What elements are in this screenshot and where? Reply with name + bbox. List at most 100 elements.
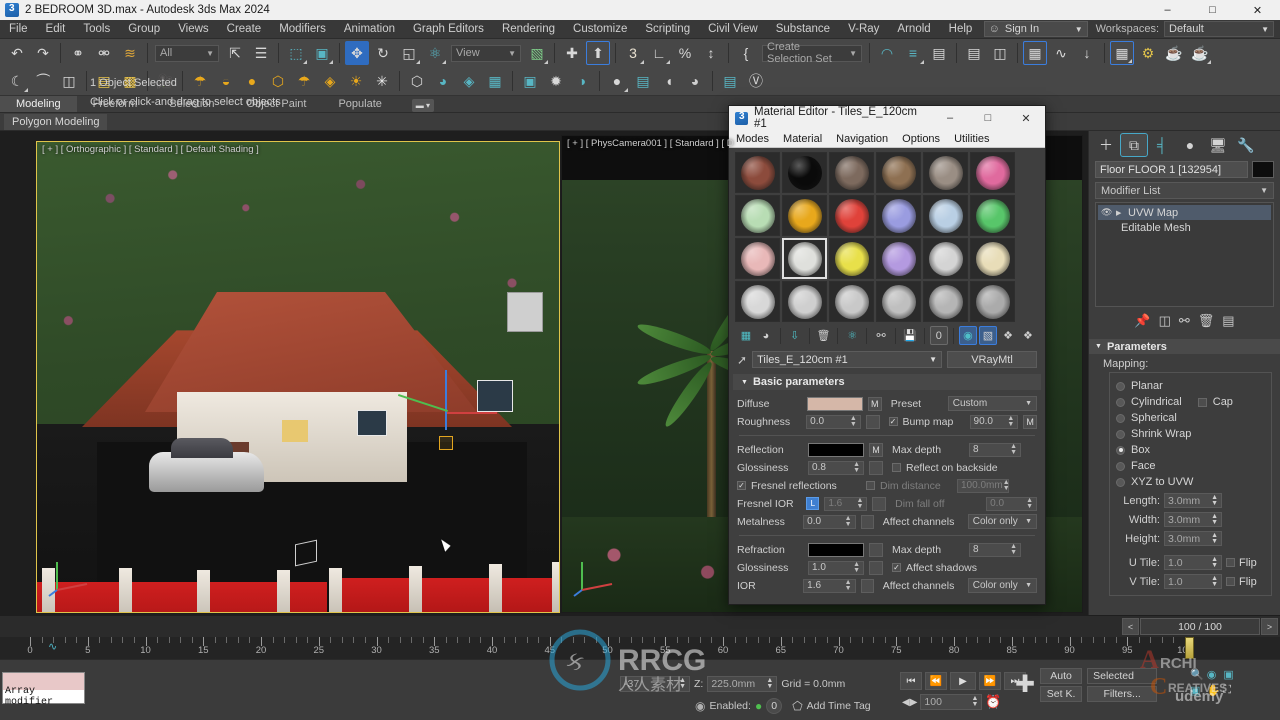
teapot-primitive-icon[interactable]: ☾ bbox=[5, 69, 29, 93]
refraction-glossiness-map-button[interactable]: M bbox=[869, 560, 883, 575]
set-key-button[interactable]: Set K. bbox=[1040, 686, 1083, 702]
vray-fur-icon[interactable]: ✹ bbox=[544, 69, 568, 93]
select-and-scale-icon[interactable]: ◱ bbox=[397, 41, 421, 65]
window-crossing-toggle-icon[interactable]: ▣ bbox=[310, 41, 334, 65]
fresnel-ior-map-button[interactable]: M bbox=[872, 496, 887, 511]
pan-view-icon[interactable]: ✋ bbox=[1207, 684, 1221, 697]
angle-snap-toggle-icon[interactable]: ∟ bbox=[647, 41, 671, 65]
menu-create[interactable]: Create bbox=[218, 21, 271, 37]
render-iterative-icon[interactable]: ☕ bbox=[1188, 41, 1212, 65]
spinner-icon[interactable]: ▲ ▼ bbox=[1211, 532, 1218, 545]
put-to-library-icon[interactable]: 💾 bbox=[901, 326, 919, 345]
reflection-color-swatch[interactable] bbox=[808, 442, 864, 457]
ior-map-button[interactable]: M bbox=[860, 578, 874, 593]
me-menu-material[interactable]: Material bbox=[776, 133, 829, 145]
mapping-option-xyz-to-uvw[interactable]: XYZ to UVW bbox=[1116, 474, 1265, 490]
select-object-icon[interactable]: ⇱ bbox=[223, 41, 247, 65]
width-input[interactable]: 3.0mm ▲ ▼ bbox=[1164, 512, 1222, 527]
roughness-map-button[interactable]: M bbox=[865, 414, 880, 429]
reference-coordinate-select[interactable]: View ▼ bbox=[451, 44, 521, 62]
coord-x-field[interactable]: -37 ▲ ▼ bbox=[620, 676, 690, 692]
star-light-icon[interactable]: ✳ bbox=[370, 69, 394, 93]
get-material-icon[interactable]: ▦ bbox=[737, 326, 755, 345]
use-pivot-point-center-icon[interactable]: ▧ bbox=[525, 41, 549, 65]
select-and-place-icon[interactable]: ⚛ bbox=[423, 41, 447, 65]
rectangular-selection-region-icon[interactable]: ⬚ bbox=[284, 41, 308, 65]
material-multi-icon[interactable]: ▤ bbox=[631, 69, 655, 93]
menu-substance[interactable]: Substance bbox=[767, 21, 839, 37]
close-button[interactable]: ✕ bbox=[1235, 0, 1280, 20]
vray-displacement-icon[interactable]: ▦ bbox=[483, 69, 507, 93]
material-slate-icon[interactable]: ◕ bbox=[683, 69, 707, 93]
render-preview-icon[interactable]: ⚙ bbox=[1136, 41, 1160, 65]
maximize-button[interactable]: □ bbox=[1190, 0, 1235, 20]
vray-proxy-icon[interactable]: ⬡ bbox=[405, 69, 429, 93]
menu-civil-view[interactable]: Civil View bbox=[699, 21, 767, 37]
menu-file[interactable]: File bbox=[0, 21, 37, 37]
snap-3d-icon[interactable]: 3 bbox=[621, 41, 645, 65]
light-ies-icon[interactable]: ◈ bbox=[318, 69, 342, 93]
schematic-view-icon[interactable]: ↓ bbox=[1075, 41, 1099, 65]
reset-map-material-icon[interactable]: ⇩ bbox=[786, 326, 804, 345]
mapping-option-box[interactable]: Box bbox=[1116, 442, 1265, 458]
diffuse-map-button[interactable]: M bbox=[867, 396, 882, 411]
spinner-icon[interactable]: ▲ ▼ bbox=[1026, 497, 1033, 510]
material-sample-slot[interactable] bbox=[829, 152, 874, 193]
go-to-parent-icon[interactable]: ❖ bbox=[999, 326, 1017, 345]
preset-dropdown[interactable]: Custom ▼ bbox=[947, 396, 1037, 411]
key-filter-mode[interactable]: Selected bbox=[1087, 668, 1158, 684]
toggle-ribbon-icon[interactable]: ▦ bbox=[1023, 41, 1047, 65]
material-type-button[interactable]: VRayMtl bbox=[947, 351, 1037, 368]
select-and-move-icon[interactable]: ✥ bbox=[345, 41, 369, 65]
show-end-result-icon[interactable]: ◫ bbox=[1159, 313, 1171, 329]
mapping-option-shrink-wrap[interactable]: Shrink Wrap bbox=[1116, 426, 1265, 442]
menu-vray[interactable]: V-Ray bbox=[839, 21, 888, 37]
menu-modifiers[interactable]: Modifiers bbox=[270, 21, 335, 37]
spinner-icon[interactable]: ▲ ▼ bbox=[1211, 556, 1218, 569]
select-and-link-icon[interactable]: ⚭ bbox=[66, 41, 90, 65]
arc-shape-icon[interactable]: ⏜ bbox=[31, 69, 55, 93]
assign-material-to-selection-icon[interactable]: ◕ bbox=[757, 326, 775, 345]
material-sample-slot[interactable] bbox=[876, 195, 921, 236]
reflection-map-button[interactable]: M bbox=[869, 442, 883, 457]
menu-arnold[interactable]: Arnold bbox=[888, 21, 939, 37]
v-flip-checkbox[interactable] bbox=[1226, 577, 1235, 586]
material-sample-slot[interactable] bbox=[782, 238, 827, 279]
material-name-field[interactable]: Tiles_E_120cm #1 ▼ bbox=[752, 351, 942, 368]
render-production-icon[interactable]: ☕ bbox=[1162, 41, 1186, 65]
material-sample-slot[interactable] bbox=[829, 238, 874, 279]
layer-manager-icon[interactable]: ◫ bbox=[988, 41, 1012, 65]
transform-gizmo-z-axis[interactable] bbox=[445, 370, 447, 430]
u-tile-input[interactable]: 1.0 ▲ ▼ bbox=[1164, 555, 1222, 570]
maximize-viewport-icon[interactable]: ⛶ bbox=[1223, 684, 1237, 697]
display-tab[interactable]: 🖥 bbox=[1205, 134, 1231, 156]
spinner-icon[interactable]: ▲ ▼ bbox=[1010, 443, 1017, 456]
filters-button[interactable]: Filters... bbox=[1087, 686, 1158, 702]
box-primitive-icon[interactable]: ◫ bbox=[57, 69, 81, 93]
snaps-toggle-icon[interactable]: ⬆ bbox=[586, 41, 610, 65]
modifier-stack[interactable]: 👁 ▶ UVW Map Editable Mesh bbox=[1095, 202, 1274, 307]
basic-parameters-header[interactable]: ▼ Basic parameters bbox=[733, 374, 1041, 390]
material-sample-slot[interactable] bbox=[970, 281, 1015, 322]
key-count-button[interactable]: 0 bbox=[766, 698, 783, 714]
sign-in-button[interactable]: ☺ Sign In ▼ bbox=[983, 21, 1088, 37]
bind-to-space-warp-icon[interactable]: ≋ bbox=[118, 41, 142, 65]
layer-explorer-icon[interactable]: ▤ bbox=[962, 41, 986, 65]
material-sample-slot[interactable] bbox=[735, 195, 780, 236]
material-sample-slot[interactable] bbox=[876, 281, 921, 322]
menu-tools[interactable]: Tools bbox=[74, 21, 119, 37]
next-frame-icon[interactable]: ⏩ bbox=[979, 672, 1001, 690]
fresnel-ior-lock-button[interactable]: L bbox=[806, 497, 820, 510]
material-sample-slot[interactable] bbox=[923, 152, 968, 193]
undo-icon[interactable]: ↶ bbox=[5, 41, 29, 65]
fresnel-ior-input[interactable]: 1.6 ▲ ▼ bbox=[824, 496, 868, 511]
set-key-plus-icon[interactable]: ✚ bbox=[1015, 673, 1035, 697]
eyedropper-icon[interactable]: ➚ bbox=[737, 353, 747, 367]
bump-map-checkbox[interactable]: ✓ bbox=[888, 417, 898, 426]
sunlight-icon[interactable]: ☀ bbox=[344, 69, 368, 93]
redo-icon[interactable]: ↷ bbox=[31, 41, 55, 65]
show-material-in-viewport-icon[interactable]: ◉ bbox=[958, 326, 977, 345]
play-animation-icon[interactable]: ▶ bbox=[950, 672, 976, 690]
key-mode-icon[interactable]: ◉ bbox=[695, 699, 705, 713]
make-unique-icon[interactable]: ⚯ bbox=[1179, 313, 1190, 329]
